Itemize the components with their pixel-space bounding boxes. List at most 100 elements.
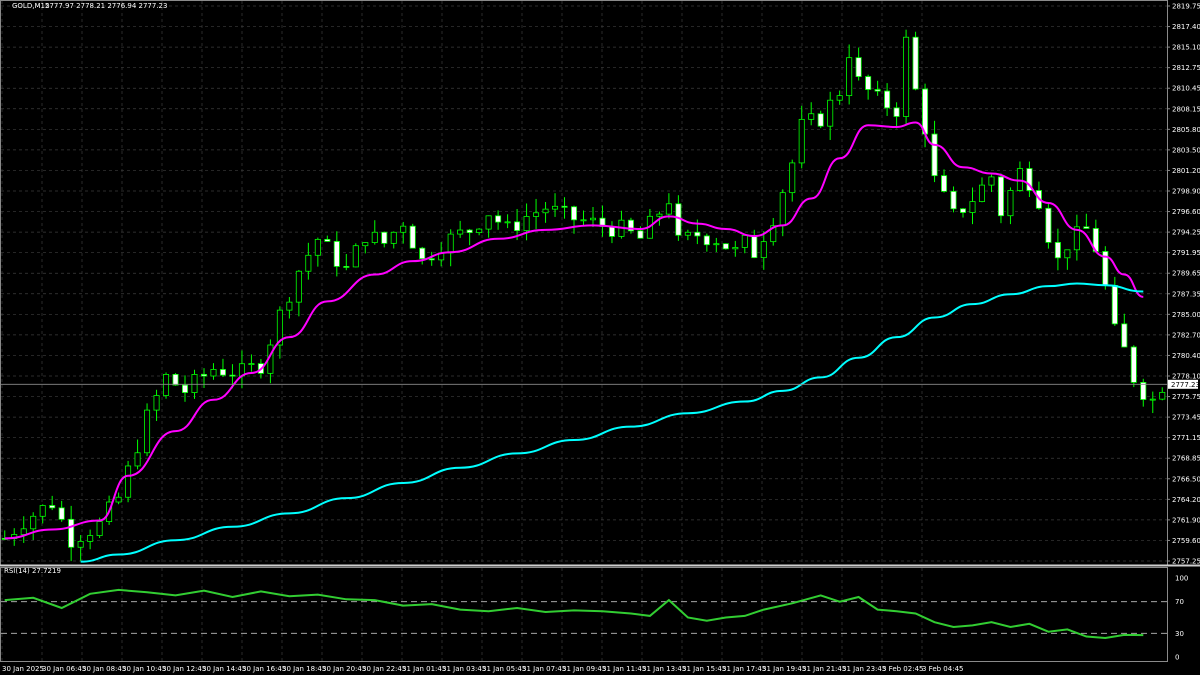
candle-body: [561, 205, 568, 208]
y-tick-label: 2773.45: [1172, 414, 1200, 422]
candle-body: [182, 384, 189, 393]
candle-body: [229, 374, 236, 377]
candle-body: [39, 505, 46, 517]
candle-body: [352, 245, 359, 268]
y-tick-label: 2817.40: [1172, 23, 1200, 31]
x-tick-label: 31 Jan 15:45: [682, 665, 726, 673]
x-tick-label: 30 Jan 10:45: [122, 665, 166, 673]
candle-body: [77, 540, 84, 548]
candle-body: [893, 107, 900, 117]
candle-body: [457, 229, 464, 235]
candle-body: [571, 206, 578, 221]
y-tick-label: 2794.25: [1172, 229, 1200, 237]
candle-body: [817, 113, 824, 127]
candle-body: [931, 133, 938, 177]
candle-body: [665, 203, 672, 215]
candle-body: [504, 221, 511, 224]
candle-body: [684, 231, 691, 236]
candle-body: [144, 409, 151, 454]
candle-body: [960, 208, 967, 213]
candle-body: [49, 505, 56, 509]
candle-body: [1111, 285, 1118, 325]
candle-body: [333, 241, 340, 267]
candle-body: [722, 243, 729, 250]
candle-body: [855, 57, 862, 77]
candle-body: [922, 88, 929, 135]
candle-body: [589, 217, 596, 221]
candle-body: [808, 113, 815, 120]
y-tick-label: 2785.00: [1172, 311, 1200, 319]
y-tick-label: 2775.75: [1172, 393, 1200, 401]
x-tick-label: 31 Jan 23:45: [842, 665, 886, 673]
candle-body: [1007, 190, 1014, 217]
candle-body: [68, 518, 75, 548]
candle-body: [884, 90, 891, 109]
candle-body: [950, 190, 957, 210]
candle-body: [988, 176, 995, 186]
y-tick-label: 2782.70: [1172, 331, 1200, 339]
candle-body: [495, 215, 502, 223]
candle-body: [1016, 168, 1023, 191]
candle-body: [419, 247, 426, 260]
candle-body: [210, 369, 217, 377]
candle-body: [58, 507, 65, 520]
candle-body: [466, 229, 473, 234]
rsi-label: RSI(14) 27.7219: [4, 567, 61, 575]
candle-body: [191, 374, 198, 393]
candle-body: [798, 118, 805, 164]
candle-body: [87, 535, 94, 542]
y-tick-label: 2766.50: [1172, 475, 1200, 483]
y-tick-label: 2819.75: [1172, 3, 1200, 11]
x-tick-label: 31 Jan 17:45: [722, 665, 766, 673]
candle-body: [400, 225, 407, 233]
candle-body: [153, 395, 160, 411]
y-tick-label: 2771.15: [1172, 434, 1200, 442]
x-tick-label: 31 Jan 09:45: [562, 665, 606, 673]
candle-body: [552, 205, 559, 210]
candle-body: [846, 57, 853, 97]
x-tick-label: 3 Feb 04:45: [922, 665, 963, 673]
candle-body: [30, 515, 37, 530]
x-tick-label: 30 Jan 08:45: [82, 665, 126, 673]
y-tick-label: 2778.10: [1172, 373, 1200, 381]
x-tick-label: 31 Jan 07:45: [522, 665, 566, 673]
candle-body: [172, 374, 179, 386]
rsi-scale-label: 70: [1175, 598, 1184, 606]
y-tick-label: 2805.80: [1172, 126, 1200, 134]
y-tick-label: 2808.15: [1172, 105, 1200, 113]
candle-body: [219, 369, 226, 376]
y-tick-label: 2798.90: [1172, 188, 1200, 196]
candle-body: [523, 216, 530, 231]
candle-body: [20, 528, 27, 535]
y-tick-label: 2815.10: [1172, 44, 1200, 52]
candle-body: [703, 235, 710, 246]
candle-body: [485, 215, 492, 230]
x-tick-label: 30 Jan 16:45: [242, 665, 286, 673]
y-tick-label: 2812.75: [1172, 64, 1200, 72]
candle-body: [533, 212, 540, 217]
candle-body: [969, 201, 976, 213]
candle-body: [997, 176, 1004, 217]
candle-body: [1083, 226, 1090, 229]
candle-body: [1064, 249, 1071, 259]
candle-body: [1054, 242, 1061, 259]
y-tick-label: 2803.50: [1172, 146, 1200, 154]
rsi-scale-label: 0: [1175, 654, 1179, 662]
y-tick-label: 2801.20: [1172, 167, 1200, 175]
candle-body: [1159, 391, 1166, 400]
y-tick-label: 2768.85: [1172, 455, 1200, 463]
candle-body: [371, 231, 378, 243]
trading-chart[interactable]: 2819.75 2817.40 2815.10 2812.75 2810.45 2808.…: [0, 0, 1200, 675]
y-tick-label: 2791.95: [1172, 249, 1200, 257]
candle-body: [836, 95, 843, 101]
candle-body: [428, 258, 435, 261]
x-tick-label: 31 Jan 01:45: [402, 665, 446, 673]
candle-body: [694, 231, 701, 237]
rsi-scale-label: 100: [1175, 575, 1188, 583]
y-tick-label: 2759.60: [1172, 537, 1200, 545]
candle-body: [789, 162, 796, 194]
x-tick-label: 30 Jan 14:45: [202, 665, 246, 673]
candle-body: [912, 36, 919, 90]
x-tick-label: 31 Jan 19:45: [762, 665, 806, 673]
x-tick-label: 31 Jan 03:45: [442, 665, 486, 673]
